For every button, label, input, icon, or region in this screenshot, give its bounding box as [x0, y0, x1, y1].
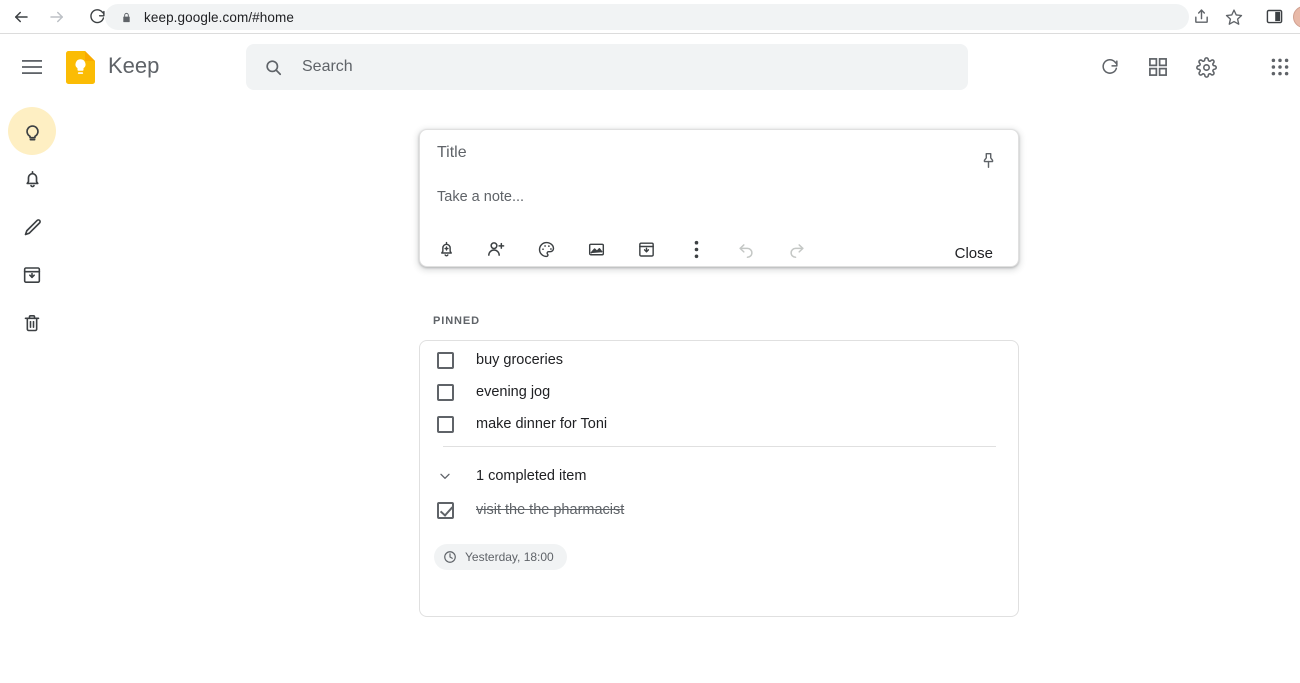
search-glyph	[264, 58, 283, 77]
apps-grid-icon	[1271, 58, 1289, 76]
archive-icon	[22, 265, 42, 285]
keep-logo	[66, 51, 95, 84]
side-panel-icon	[1266, 8, 1283, 25]
background-options-button[interactable]	[531, 234, 561, 264]
browser-back-button[interactable]	[6, 2, 36, 32]
person-plus-icon	[486, 239, 506, 259]
sidebar-item-archive[interactable]	[8, 251, 56, 299]
chevron-down-icon	[437, 468, 455, 484]
side-panel-button[interactable]	[1266, 8, 1283, 30]
hamburger-menu-icon	[22, 59, 42, 75]
settings-button[interactable]	[1192, 53, 1220, 81]
checklist-item[interactable]: evening jog	[437, 380, 550, 404]
arrow-right-icon	[48, 8, 66, 26]
checkbox-unchecked-icon[interactable]	[437, 384, 454, 401]
browser-forward-button[interactable]	[42, 2, 72, 32]
reload-icon	[89, 8, 106, 25]
more-vertical-icon	[694, 240, 699, 259]
refresh-button[interactable]	[1096, 53, 1124, 81]
close-editor-button[interactable]: Close	[949, 241, 999, 266]
checklist-item[interactable]: make dinner for Toni	[437, 412, 607, 436]
google-apps-button[interactable]	[1266, 53, 1294, 81]
redo-button[interactable]	[781, 234, 811, 264]
archive-note-button[interactable]	[631, 234, 661, 264]
lock-glyph	[121, 11, 132, 24]
reminder-chip-label: Yesterday, 18:00	[465, 550, 554, 564]
main-menu-button[interactable]	[18, 53, 46, 81]
image-icon	[587, 240, 606, 259]
bell-plus-icon	[437, 240, 456, 259]
lightbulb-icon	[22, 121, 43, 142]
view-toggle-button[interactable]	[1144, 53, 1172, 81]
arrow-left-icon	[12, 8, 30, 26]
redo-icon	[787, 240, 806, 259]
clock-glyph	[443, 550, 457, 564]
note-title-input[interactable]: Title	[437, 144, 467, 162]
collaborator-button[interactable]	[481, 234, 511, 264]
checklist-item-completed[interactable]: visit the the pharmacist	[437, 498, 624, 522]
search-icon	[264, 58, 283, 77]
refresh-icon	[1101, 58, 1120, 77]
sidebar-item-trash[interactable]	[8, 299, 56, 347]
address-bar-url: keep.google.com/#home	[144, 10, 294, 25]
pencil-icon	[22, 217, 43, 238]
checkbox-unchecked-icon[interactable]	[437, 352, 454, 369]
reminder-chip[interactable]: Yesterday, 18:00	[434, 544, 567, 570]
checklist-item-label: visit the the pharmacist	[476, 502, 624, 518]
keep-logo-icon	[66, 51, 95, 84]
note-body-input[interactable]: Take a note...	[437, 189, 524, 205]
sidebar-item-reminders[interactable]	[8, 155, 56, 203]
undo-icon	[737, 240, 756, 259]
add-image-button[interactable]	[581, 234, 611, 264]
bell-icon	[22, 169, 43, 190]
sidebar-item-notes[interactable]	[8, 107, 56, 155]
color-palette-icon	[537, 240, 556, 259]
grid-view-icon	[1149, 58, 1167, 76]
address-bar[interactable]: keep.google.com/#home	[105, 4, 1189, 30]
note-editor-card: Title Take a note...	[419, 129, 1019, 267]
trash-icon	[22, 313, 42, 333]
chevron-down-glyph	[437, 468, 453, 484]
undo-button[interactable]	[731, 234, 761, 264]
bookmark-button[interactable]	[1225, 8, 1243, 31]
remind-me-button[interactable]	[431, 234, 461, 264]
pin-icon	[979, 151, 998, 170]
checkbox-checked-icon[interactable]	[437, 502, 454, 519]
sidebar-item-labels[interactable]	[8, 203, 56, 251]
checkbox-unchecked-icon[interactable]	[437, 416, 454, 433]
checklist-divider	[443, 446, 996, 447]
browser-share-button[interactable]	[1193, 8, 1210, 30]
pinned-section-label: PINNED	[433, 315, 480, 327]
clock-icon	[443, 550, 457, 564]
pinned-note-card[interactable]: buy groceries evening jog make dinner fo…	[419, 340, 1019, 617]
lock-icon	[121, 11, 132, 24]
search-bar[interactable]: Search	[246, 44, 968, 90]
gear-icon	[1196, 57, 1217, 78]
archive-icon	[637, 240, 656, 259]
star-icon	[1225, 8, 1243, 26]
checklist-item-label: evening jog	[476, 384, 550, 400]
completed-items-toggle[interactable]: 1 completed item	[437, 464, 586, 488]
checklist-item-label: buy groceries	[476, 352, 563, 368]
completed-items-count: 1 completed item	[476, 468, 586, 484]
app-title: Keep	[108, 53, 159, 79]
pin-note-button[interactable]	[970, 142, 1006, 178]
checklist-item-label: make dinner for Toni	[476, 416, 607, 432]
share-icon	[1193, 8, 1210, 25]
note-editor-toolbar: Close	[420, 228, 1020, 268]
sidebar	[0, 98, 66, 683]
checklist-item[interactable]: buy groceries	[437, 348, 563, 372]
more-options-button[interactable]	[681, 234, 711, 264]
search-input[interactable]: Search	[302, 58, 353, 76]
